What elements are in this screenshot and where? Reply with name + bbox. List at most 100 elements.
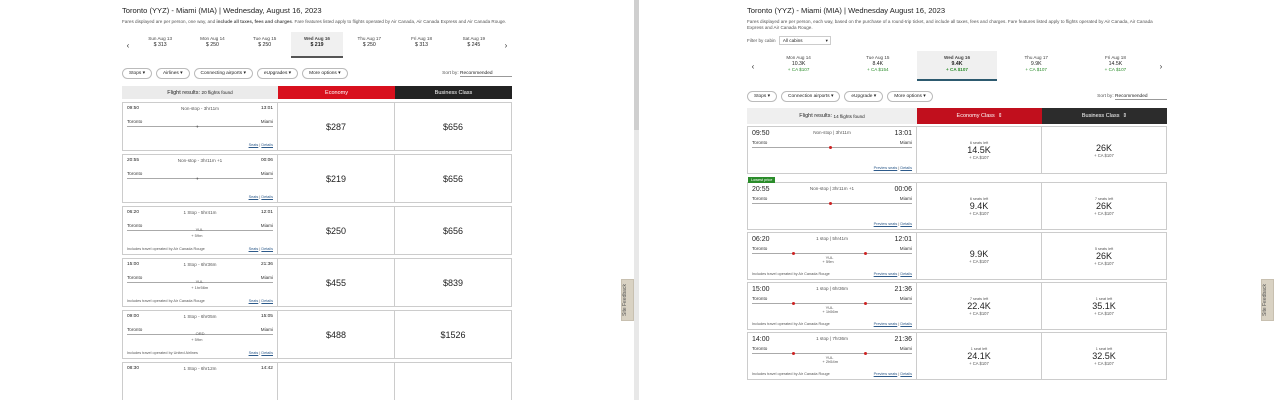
preview-seats-link[interactable]: Preview seats (874, 372, 898, 376)
seats-link[interactable]: Seats (249, 351, 259, 355)
date-option[interactable]: Fri Aug 18 14.5K + CA $107 (1076, 51, 1155, 81)
scroll-thumb[interactable] (634, 0, 639, 130)
preview-seats-link[interactable]: Preview seats (874, 322, 898, 326)
flight-card[interactable]: 15:00 1 Stop - 6hr36m 21:36 Toronto Miami YUL… (122, 258, 512, 307)
preview-seats-link[interactable]: Preview seats (874, 272, 898, 276)
business-fare[interactable]: 1 seat left 35.1K + CA $107 (1041, 283, 1166, 329)
preview-seats-link[interactable]: Preview seats (874, 222, 898, 226)
flight-info: 09:50 Non-stop | 3hr11m 13:01 Toronto Miami P… (748, 127, 916, 173)
flight-card[interactable]: 06:20 1 Stop - 5hr41m 12:01 Toronto Miami YUL… (122, 206, 512, 255)
date-option[interactable]: Thu Aug 17 $ 250 (343, 32, 395, 58)
economy-fare[interactable]: $250 (277, 207, 394, 254)
preview-seats-link[interactable]: Preview seats (874, 166, 898, 170)
points-price: 26K (1095, 200, 1112, 211)
chevron-left-icon[interactable]: ‹ (122, 41, 134, 50)
chevron-right-icon[interactable]: › (1155, 62, 1167, 71)
economy-fare[interactable]: 6 seats left 9.4K + CA $107 (916, 183, 1041, 229)
economy-fare[interactable]: 7 seats left 22.4K + CA $107 (916, 283, 1041, 329)
cabin-select[interactable]: All cabins ▾ (778, 36, 831, 45)
date-option[interactable]: Sat Aug 19 $ 245 (448, 32, 500, 58)
flight-card[interactable]: 14:00 1 stop | 7hr36m 21:36 Toronto Miami YUL… (747, 332, 1167, 380)
details-link[interactable]: Details (261, 299, 273, 303)
economy-fare[interactable]: $287 (277, 103, 394, 150)
economy-fare[interactable]: 6 seats left 14.5K + CA $107 (916, 127, 1041, 173)
economy-column-header[interactable]: Economy Class ⇕ (917, 108, 1042, 124)
details-link[interactable]: Details (900, 372, 912, 376)
business-fare[interactable] (394, 363, 511, 400)
date-option[interactable]: Sun Aug 13 $ 313 (134, 32, 186, 58)
economy-fare[interactable]: 9.9K + CA $107 (916, 233, 1041, 279)
seats-link[interactable]: Seats (249, 299, 259, 303)
date-option[interactable]: Mon Aug 14 10.3K + CA $107 (759, 51, 838, 81)
chevron-right-icon[interactable]: › (500, 41, 512, 50)
flight-card[interactable]: 09:50 Non-stop | 3hr11m 13:01 Toronto Miami P… (747, 126, 1167, 174)
details-link[interactable]: Details (900, 166, 912, 170)
sort-by[interactable]: Sort by: Recommended (1097, 94, 1167, 100)
site-feedback-tab[interactable]: Site Feedback (1261, 279, 1274, 321)
business-fare[interactable]: $656 (394, 155, 511, 202)
date-option[interactable]: Tue Aug 15 $ 250 (239, 32, 291, 58)
economy-fare[interactable]: $488 (277, 311, 394, 358)
filter-chip[interactable]: eUpgrade ▾ (844, 91, 884, 102)
sort-by[interactable]: Sort by: Recommended (442, 71, 512, 77)
filter-chip[interactable]: Stops ▾ (747, 91, 778, 102)
filter-chip[interactable]: Connecting airports ▾ (193, 68, 253, 79)
flight-card[interactable]: 20:55 Non-stop - 3hr11m +1 00:06 Toronto Mia… (122, 154, 512, 203)
details-link[interactable]: Details (261, 143, 273, 147)
flight-card[interactable]: 09:50 Non-stop - 3hr11m 13:01 Toronto Miami ✈… (122, 102, 512, 151)
details-link[interactable]: Details (261, 247, 273, 251)
date-option[interactable]: Thu Aug 17 9.9K + CA $107 (997, 51, 1076, 81)
seats-link[interactable]: Seats (249, 195, 259, 199)
economy-fare[interactable]: 1 seat left 24.1K + CA $107 (916, 333, 1041, 379)
filter-chip[interactable]: More options ▾ (302, 68, 348, 79)
filter-chip[interactable]: Airlines ▾ (156, 68, 190, 79)
flight-card[interactable]: 15:00 1 stop | 6hr36m 21:36 Toronto Miami YUL… (747, 282, 1167, 330)
flight-card[interactable]: Lowest price 20:55 Non-stop | 3hr11m +1 00:… (747, 177, 1167, 230)
flight-card[interactable]: 09:00 1 Stop - 6hr05m 15:05 Toronto Miami ORD… (122, 310, 512, 359)
economy-column-header[interactable]: Economy (278, 86, 395, 99)
route-cities: Toronto Miami (752, 296, 912, 301)
sort-label: Sort by: (442, 70, 459, 76)
filter-chip[interactable]: eUpgrades ▾ (256, 68, 299, 79)
business-fare[interactable]: 26K + CA $107 (1041, 127, 1166, 173)
chevron-left-icon[interactable]: ‹ (747, 62, 759, 71)
date-option[interactable]: Fri Aug 18 $ 313 (395, 32, 447, 58)
sort-select[interactable]: Recommended (1115, 94, 1167, 100)
flight-times: 06:20 1 Stop - 5hr41m 12:01 (127, 210, 273, 215)
economy-fare[interactable]: $219 (277, 155, 394, 202)
site-feedback-tab[interactable]: Site Feedback (621, 279, 634, 321)
filter-chip[interactable]: Connection airports ▾ (781, 91, 841, 102)
route-cities: Toronto Miami (127, 119, 273, 124)
left-scrollbar[interactable] (634, 0, 639, 400)
date-option[interactable]: Wed Aug 16 9.4K + CA $107 (917, 51, 997, 81)
business-fare[interactable]: $656 (394, 103, 511, 150)
economy-fare[interactable] (277, 363, 394, 400)
business-fare[interactable]: $1526 (394, 311, 511, 358)
business-column-header[interactable]: Business Class ⇕ (1042, 108, 1167, 124)
filter-chip[interactable]: More options ▾ (887, 91, 933, 102)
flight-card[interactable]: 08:30 1 Stop - 6hr12m 14:42 (122, 362, 512, 400)
details-link[interactable]: Details (261, 351, 273, 355)
business-fare[interactable]: 1 seat left 32.5K + CA $107 (1041, 333, 1166, 379)
flight-card[interactable]: 06:20 1 stop | 5hr41m 12:01 Toronto Miami YUL… (747, 232, 1167, 280)
business-column-header[interactable]: Business Class (395, 86, 512, 99)
seats-link[interactable]: Seats (249, 143, 259, 147)
sort-select[interactable]: Recommended (460, 71, 512, 77)
details-link[interactable]: Details (900, 222, 912, 226)
economy-fare[interactable]: $455 (277, 259, 394, 306)
departure-time: 06:20 (127, 210, 140, 215)
details-link[interactable]: Details (900, 322, 912, 326)
filter-chip[interactable]: Stops ▾ (122, 68, 153, 79)
date-option[interactable]: Wed Aug 16 $ 219 (290, 32, 344, 58)
date-option[interactable]: Mon Aug 14 $ 250 (186, 32, 238, 58)
business-fare[interactable]: 5 seats left 26K + CA $107 (1041, 233, 1166, 279)
business-fare[interactable]: 7 seats left 26K + CA $107 (1041, 183, 1166, 229)
date-option[interactable]: Tue Aug 15 8.4K + CA $154 (838, 51, 917, 81)
seats-link[interactable]: Seats (249, 247, 259, 251)
business-fare[interactable]: $656 (394, 207, 511, 254)
departure-time: 09:50 (752, 130, 770, 137)
card-links: Seats | Details (248, 143, 273, 147)
details-link[interactable]: Details (900, 272, 912, 276)
details-link[interactable]: Details (261, 195, 273, 199)
business-fare[interactable]: $839 (394, 259, 511, 306)
